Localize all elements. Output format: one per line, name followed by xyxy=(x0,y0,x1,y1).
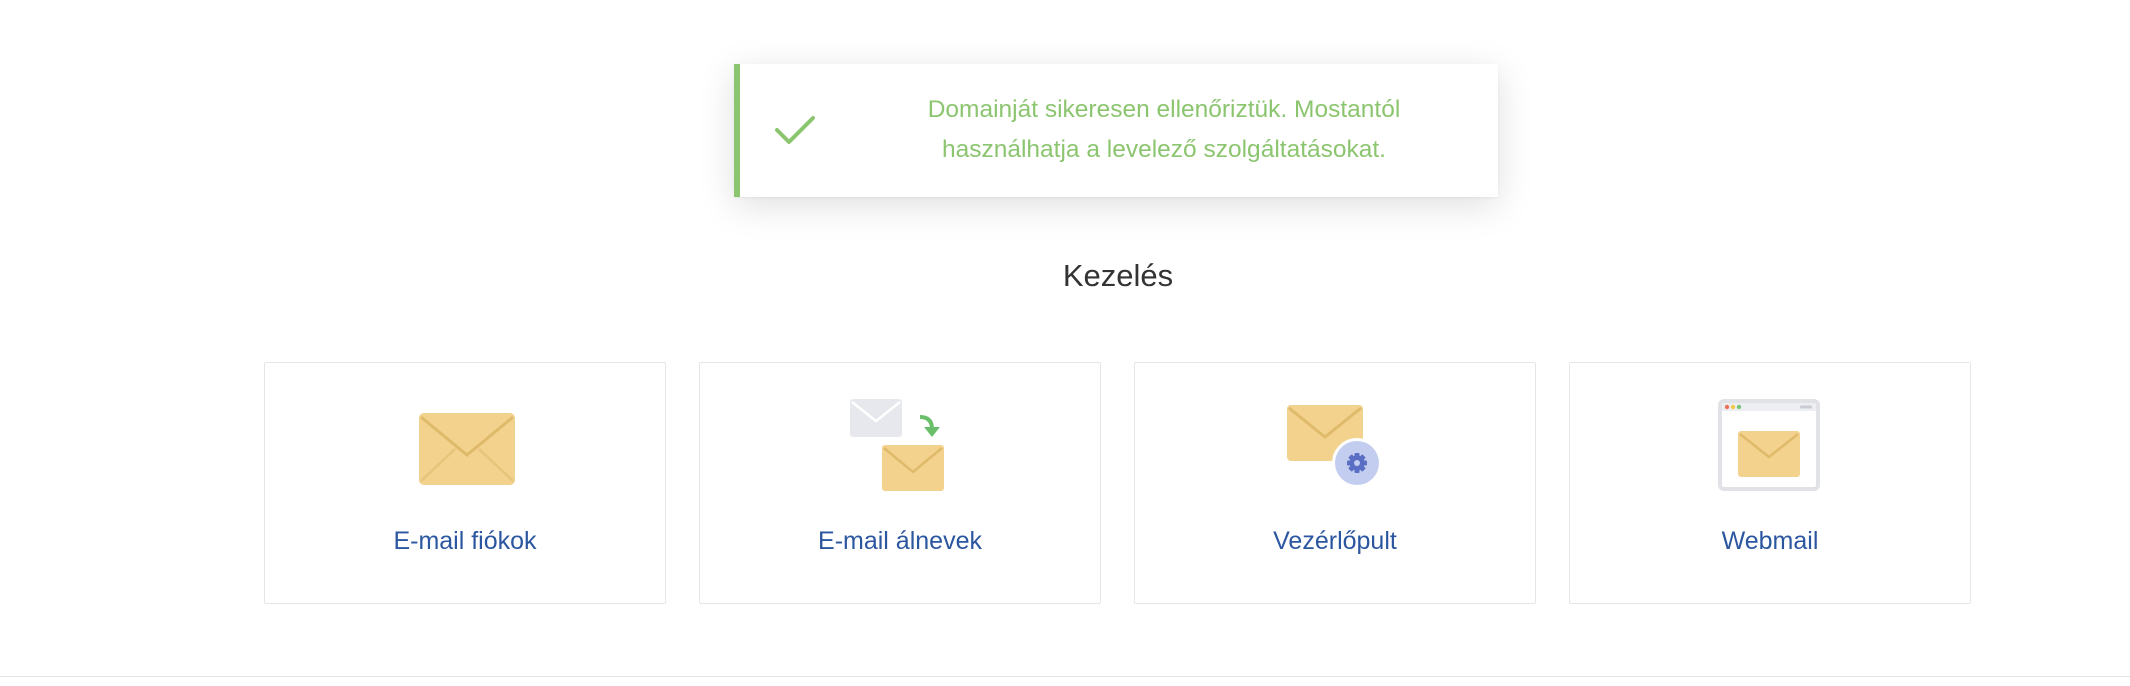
email-accounts-card[interactable]: E-mail fiókok xyxy=(264,362,666,604)
section-title: Kezelés xyxy=(1062,258,1174,293)
divider xyxy=(0,676,2130,677)
envelope-icon xyxy=(419,413,515,485)
notification-line-2: használhatja a levelező szolgáltatásokat… xyxy=(941,136,1386,163)
email-aliases-card[interactable]: E-mail álnevek xyxy=(699,362,1101,604)
notification-message: Domainját sikeresen ellenőriztük. Mostan… xyxy=(870,90,1458,170)
control-panel-card[interactable]: Vezérlőpult xyxy=(1134,362,1536,604)
notification-line-1: Domainját sikeresen ellenőriztük. Mostan… xyxy=(927,96,1401,123)
checkmark-icon xyxy=(775,116,815,144)
envelope-settings-icon xyxy=(1287,405,1382,488)
webmail-label: Webmail xyxy=(1721,527,1819,555)
webmail-card[interactable]: Webmail xyxy=(1569,362,1971,604)
email-accounts-label: E-mail fiókok xyxy=(393,527,537,555)
email-forward-icon xyxy=(850,399,944,491)
email-aliases-label: E-mail álnevek xyxy=(818,527,982,555)
success-notification: Domainját sikeresen ellenőriztük. Mostan… xyxy=(734,64,1498,197)
webmail-browser-icon xyxy=(1718,399,1820,491)
control-panel-label: Vezérlőpult xyxy=(1273,527,1397,555)
